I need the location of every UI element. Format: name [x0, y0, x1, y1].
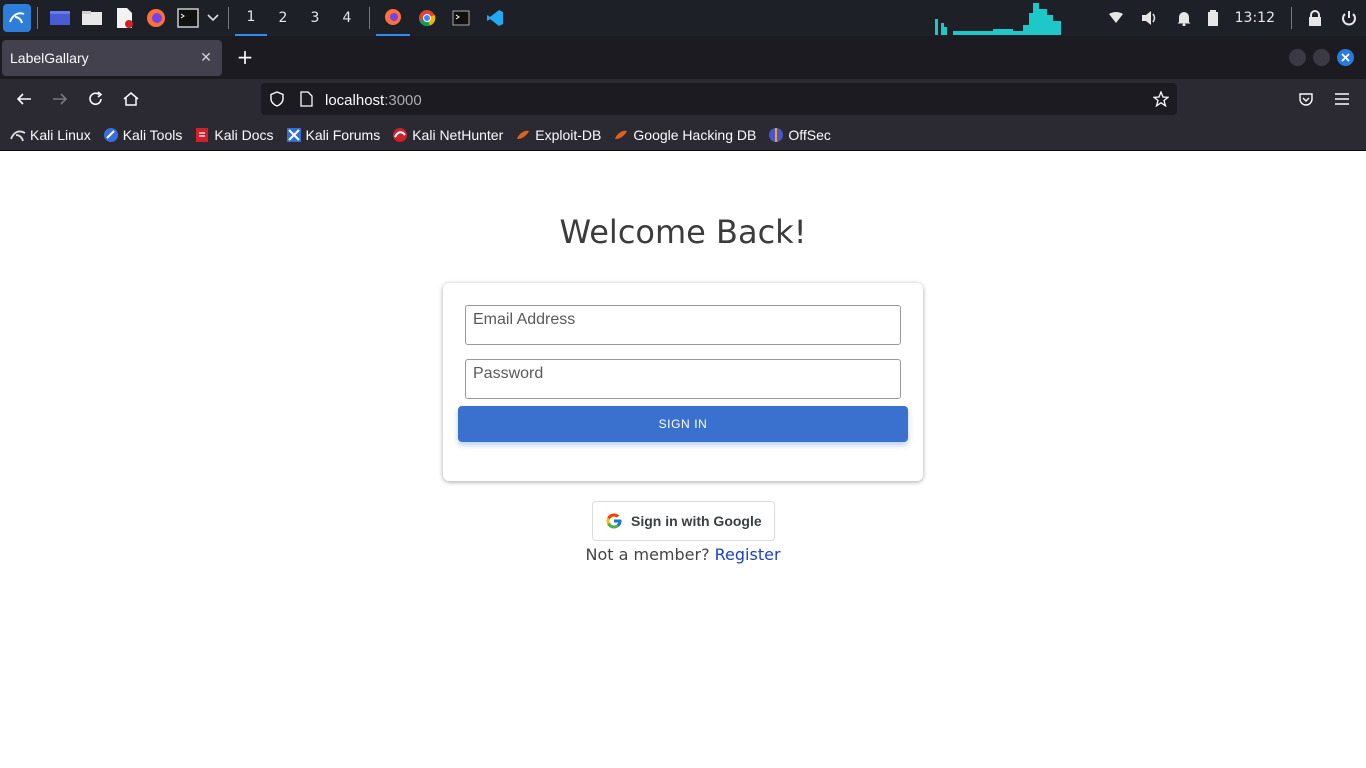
url-port: :3000: [384, 91, 422, 109]
login-card: Email Address Password SIGN IN: [443, 283, 923, 481]
sign-in-button[interactable]: SIGN IN: [458, 406, 908, 442]
chrome-window-icon[interactable]: [410, 0, 444, 36]
bookmark-label: Kali Tools: [122, 126, 183, 143]
reload-button[interactable]: [82, 85, 110, 113]
browser-tab[interactable]: LabelGallary ✕: [2, 40, 222, 76]
network-wifi-icon[interactable]: [1099, 0, 1133, 36]
home-icon: [123, 92, 139, 106]
power-icon[interactable]: [1332, 0, 1366, 36]
bookmark-label: Kali Linux: [30, 126, 91, 143]
nethunter-icon: [392, 127, 408, 143]
workspace-2[interactable]: 2: [267, 0, 299, 36]
url-host: localhost: [325, 91, 385, 109]
firefox-window-icon[interactable]: [376, 0, 410, 36]
workspace-1[interactable]: 1: [235, 0, 267, 36]
bookmark-kali-forums[interactable]: Kali Forums: [286, 126, 381, 143]
forward-arrow-icon: [53, 93, 68, 105]
taskbar-separator: [1291, 7, 1292, 29]
bookmark-label: Exploit-DB: [535, 126, 602, 143]
bookmark-kali-docs[interactable]: Kali Docs: [194, 126, 274, 143]
tab-title: LabelGallary: [10, 50, 89, 66]
ghdb-icon: [613, 127, 629, 143]
bookmark-kali-linux[interactable]: Kali Linux: [10, 127, 91, 143]
kali-menu-icon[interactable]: [3, 4, 31, 32]
bookmark-label: Kali Forums: [305, 126, 381, 143]
reload-icon: [89, 91, 103, 105]
forward-button[interactable]: [46, 85, 74, 113]
text-editor-icon[interactable]: [110, 4, 138, 32]
new-tab-button[interactable]: +: [232, 44, 258, 70]
taskbar: 1 2 3 4 13:12: [0, 0, 1366, 36]
password-field[interactable]: Password: [465, 359, 901, 399]
app-menu-button[interactable]: [1328, 85, 1356, 113]
url-text: localhost:3000: [325, 90, 422, 109]
hamburger-menu-icon: [1335, 93, 1349, 105]
pocket-icon: [1299, 93, 1313, 106]
navigation-toolbar: localhost:3000: [0, 79, 1366, 119]
back-button[interactable]: [10, 85, 38, 113]
google-sign-in-button[interactable]: Sign in with Google: [592, 501, 775, 541]
close-icon: [1341, 53, 1350, 62]
notifications-bell-icon[interactable]: [1167, 0, 1201, 36]
volume-icon[interactable]: [1133, 0, 1167, 36]
pocket-button[interactable]: [1292, 85, 1320, 113]
bookmarks-toolbar: Kali Linux Kali Tools Kali Docs Kali For…: [0, 119, 1366, 151]
bookmark-kali-nethunter[interactable]: Kali NetHunter: [392, 127, 503, 143]
lock-screen-icon[interactable]: [1298, 0, 1332, 36]
maximize-window-button[interactable]: [1313, 49, 1330, 66]
bookmark-label: Kali Docs: [214, 126, 274, 143]
file-manager-icon[interactable]: [78, 4, 106, 32]
page-info-icon[interactable]: [299, 91, 315, 107]
workspace-3[interactable]: 3: [299, 0, 331, 36]
taskbar-separator: [37, 7, 38, 29]
bookmark-star-icon[interactable]: [1153, 91, 1169, 107]
bookmark-label: OffSec: [788, 126, 831, 143]
url-bar[interactable]: localhost:3000: [261, 83, 1177, 115]
back-arrow-icon: [16, 93, 31, 105]
kali-tools-icon: [103, 127, 119, 143]
home-button[interactable]: [117, 85, 145, 113]
vscode-window-icon[interactable]: [478, 0, 512, 36]
workspace-4[interactable]: 4: [331, 0, 363, 36]
taskbar-separator: [369, 7, 370, 29]
firefox-launcher-icon[interactable]: [142, 4, 170, 32]
bookmark-google-hacking-db[interactable]: Google Hacking DB: [613, 127, 756, 143]
bookmark-label: Google Hacking DB: [633, 126, 757, 143]
terminal-window-icon[interactable]: [444, 0, 478, 36]
terminal-launcher-icon[interactable]: [174, 4, 202, 32]
minimize-window-button[interactable]: [1289, 49, 1306, 66]
show-desktop-icon[interactable]: [46, 4, 74, 32]
google-logo-icon: [606, 513, 622, 529]
close-window-button[interactable]: [1337, 49, 1354, 66]
page-title: Welcome Back!: [559, 213, 807, 251]
bookmark-offsec[interactable]: OffSec: [768, 127, 831, 143]
bookmark-label: Kali NetHunter: [412, 126, 504, 143]
member-prompt-text: Not a member?: [585, 545, 710, 564]
page-content: Welcome Back! Email Address Password SIG…: [0, 151, 1366, 768]
bookmark-exploit-db[interactable]: Exploit-DB: [515, 127, 601, 143]
register-prompt: Not a member? Register: [0, 545, 1366, 564]
chevron-down-icon[interactable]: [206, 4, 220, 32]
clock[interactable]: 13:12: [1225, 10, 1285, 26]
kali-forums-icon: [286, 127, 302, 143]
close-tab-icon[interactable]: ✕: [194, 46, 218, 70]
google-sign-in-label: Sign in with Google: [631, 513, 762, 529]
offsec-icon: [768, 127, 784, 143]
exploit-db-icon: [515, 127, 531, 143]
cpu-usage-graph: [934, 3, 1061, 35]
taskbar-separator: [228, 7, 229, 29]
email-field[interactable]: Email Address: [465, 305, 901, 345]
bookmark-kali-tools[interactable]: Kali Tools: [103, 126, 183, 143]
kali-docs-icon: [194, 127, 210, 143]
kali-dragon-icon: [10, 127, 26, 143]
tab-strip: LabelGallary ✕ +: [0, 36, 1366, 79]
register-link[interactable]: Register: [715, 545, 781, 564]
shield-icon[interactable]: [269, 91, 285, 107]
battery-icon[interactable]: [1201, 0, 1225, 36]
